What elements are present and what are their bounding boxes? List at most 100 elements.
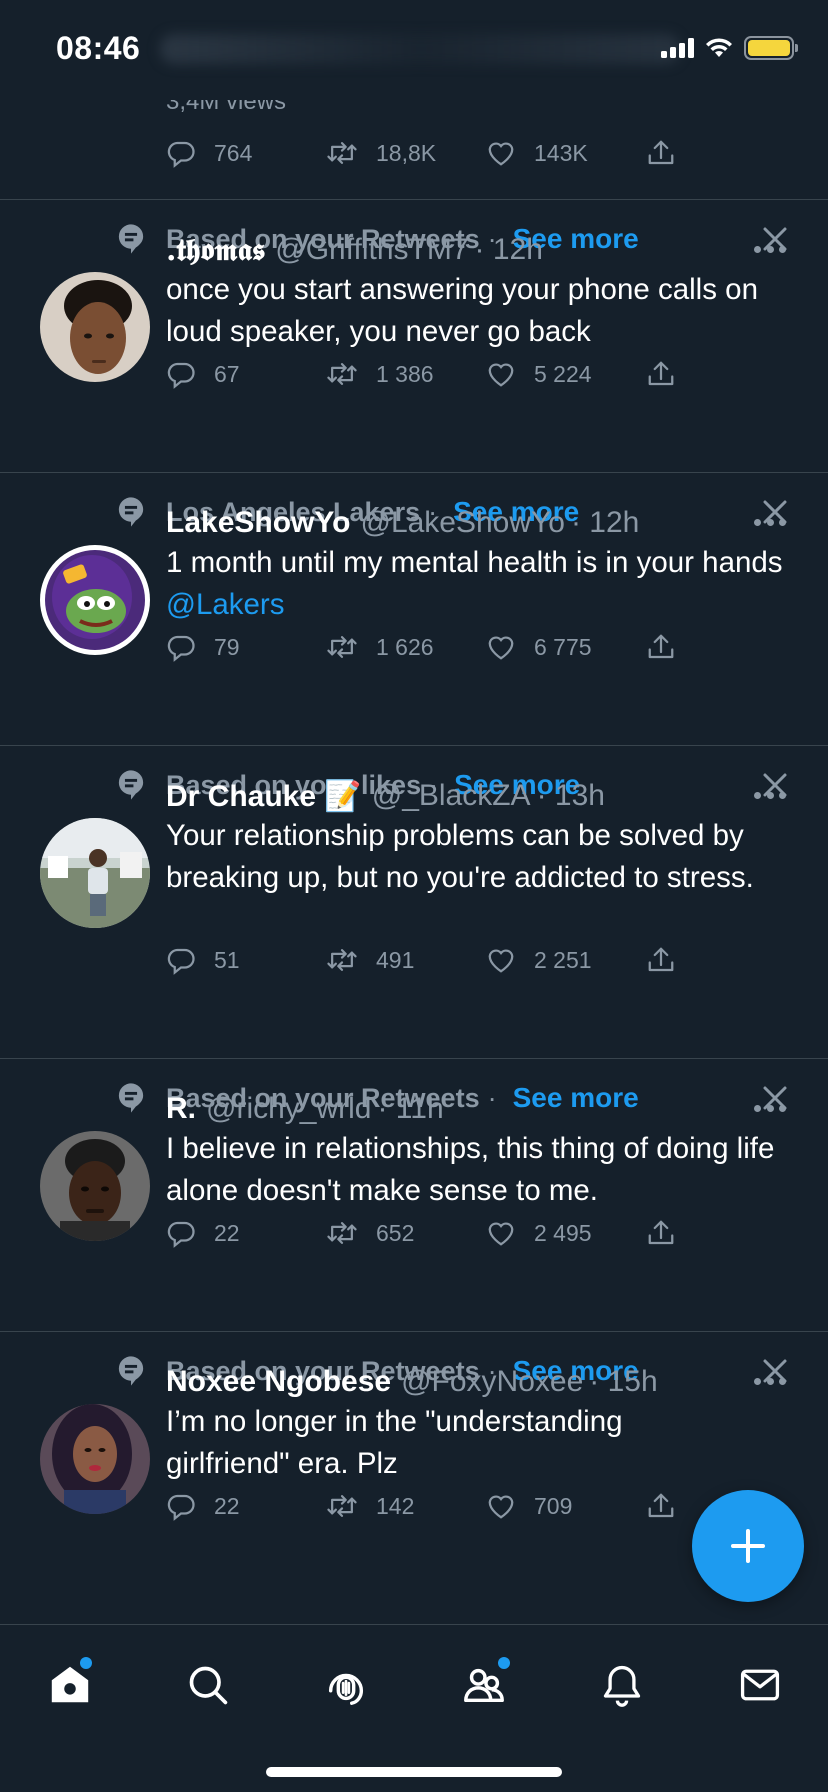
see-more-link[interactable]: See more [513,1082,639,1114]
tweet-card[interactable]: Based on your Retweets · See more R. @ri… [0,1059,828,1332]
user-handle[interactable]: @_BlackZA [372,779,531,813]
like-button[interactable]: 709 [486,1488,572,1524]
like-count: 143K [534,139,588,166]
like-count: 5 224 [534,360,592,387]
tweet-header: LakeShowYo @LakeShowYo · 12h [166,503,639,543]
retweet-icon [327,1222,357,1244]
reply-button[interactable]: 22 [166,1215,240,1251]
retweet-button[interactable]: 491 [326,942,414,978]
reply-count: 22 [214,1492,240,1519]
reply-count: 764 [214,139,253,166]
avatar[interactable] [40,818,150,928]
compose-tweet-button[interactable] [692,1490,804,1602]
share-button[interactable] [646,1488,694,1524]
like-count: 709 [534,1492,573,1519]
display-name[interactable]: R. [166,1092,196,1126]
status-icons [661,36,798,60]
reply-count: 67 [214,360,240,387]
tab-messages[interactable] [730,1655,790,1715]
tweet-header: Dr Chauke 📝 @_BlackZA · 13h [166,776,605,816]
like-button[interactable]: 5 224 [486,356,592,392]
reply-button[interactable]: 67 [166,356,240,392]
user-handle[interactable]: @LakeShowYo [360,506,565,540]
tweet-time: · 13h [536,779,605,812]
tab-search[interactable] [178,1655,238,1715]
topic-icon [118,770,144,800]
more-options-icon[interactable] [754,1378,786,1386]
share-icon [648,140,674,165]
retweet-icon [327,142,357,164]
reply-icon [167,1221,195,1248]
like-count: 2 495 [534,1219,592,1246]
more-options-icon[interactable] [754,246,786,254]
share-button[interactable] [646,1215,694,1251]
reply-icon [167,635,195,662]
tweet-card[interactable]: Based on your likes · See more Dr Chauke… [0,746,828,1059]
share-icon [648,1493,674,1518]
mention-link[interactable]: @Lakers [166,588,285,621]
more-options-icon[interactable] [754,519,786,527]
spaces-icon [328,1673,364,1705]
share-icon [648,634,674,659]
reply-icon [167,1494,195,1521]
share-button[interactable] [646,942,694,978]
heart-icon [488,142,514,166]
battery-icon [744,36,798,60]
tweet-card[interactable]: Based on your Retweets · See more .𝖙𝖍𝖔𝖒𝖆… [0,200,828,473]
like-button[interactable]: 2 495 [486,1215,592,1251]
like-button[interactable]: 143K [486,135,588,171]
avatar[interactable] [40,545,150,655]
cellular-signal-icon [661,38,694,58]
tweet-card[interactable]: Los Angeles Lakers · See more LakeShowYo… [0,473,828,746]
share-icon [648,947,674,972]
tweet-actions: 67 1 386 5 224 [166,356,686,392]
user-handle[interactable]: @GriffithsTM7 [275,233,468,267]
tweet-text: I’m no longer in the "understanding girl… [166,1405,623,1480]
share-button[interactable] [646,356,694,392]
share-button[interactable] [646,629,694,665]
tweet-header: R. @richy_wrld · 11h [166,1089,444,1129]
reply-count: 22 [214,1219,240,1246]
user-handle[interactable]: @richy_wrld [206,1092,371,1126]
tab-communities[interactable] [454,1655,514,1715]
messages-icon [740,1669,780,1701]
tweet-actions: 51 491 2 251 [166,942,686,978]
more-options-icon[interactable] [754,792,786,800]
display-name[interactable]: LakeShowYo [166,506,350,540]
tab-notifications[interactable] [592,1655,652,1715]
retweet-count: 142 [376,1492,415,1519]
plus-icon [731,1529,765,1563]
tweet-text: I believe in relationships, this thing o… [166,1132,775,1207]
tweet-actions: 764 18,8K 143K [166,135,686,171]
reply-button[interactable]: 79 [166,629,240,665]
bottom-tab-bar [0,1624,828,1792]
retweet-icon [327,636,357,658]
share-icon [648,361,674,386]
like-button[interactable]: 6 775 [486,629,592,665]
share-button[interactable] [646,135,694,171]
tab-home[interactable] [40,1655,100,1715]
tweet-header: Noxee Ngobese @FoxyNoxee · 15h [166,1362,658,1402]
avatar[interactable] [40,1404,150,1514]
retweet-button[interactable]: 652 [326,1215,414,1251]
tab-spaces[interactable] [316,1655,376,1715]
user-handle[interactable]: @FoxyNoxee [401,1365,583,1399]
reply-button[interactable]: 764 [166,135,252,171]
like-count: 2 251 [534,946,592,973]
display-name[interactable]: .𝖙𝖍𝖔𝖒𝖆𝖘 [166,233,265,268]
retweet-button[interactable]: 142 [326,1488,414,1524]
avatar[interactable] [40,272,150,382]
retweet-button[interactable]: 18,8K [326,135,436,171]
reply-button[interactable]: 22 [166,1488,240,1524]
more-options-icon[interactable] [754,1105,786,1113]
retweet-button[interactable]: 1 386 [326,356,434,392]
avatar[interactable] [40,1131,150,1241]
tweet-actions: 22 652 2 495 [166,1215,686,1251]
display-name[interactable]: Noxee Ngobese [166,1365,391,1399]
status-time: 08:46 [56,30,141,66]
tweet-time: · 12h [570,506,640,539]
retweet-button[interactable]: 1 626 [326,629,434,665]
reply-button[interactable]: 51 [166,942,240,978]
like-button[interactable]: 2 251 [486,942,592,978]
display-name[interactable]: Dr Chauke 📝 [166,779,362,814]
